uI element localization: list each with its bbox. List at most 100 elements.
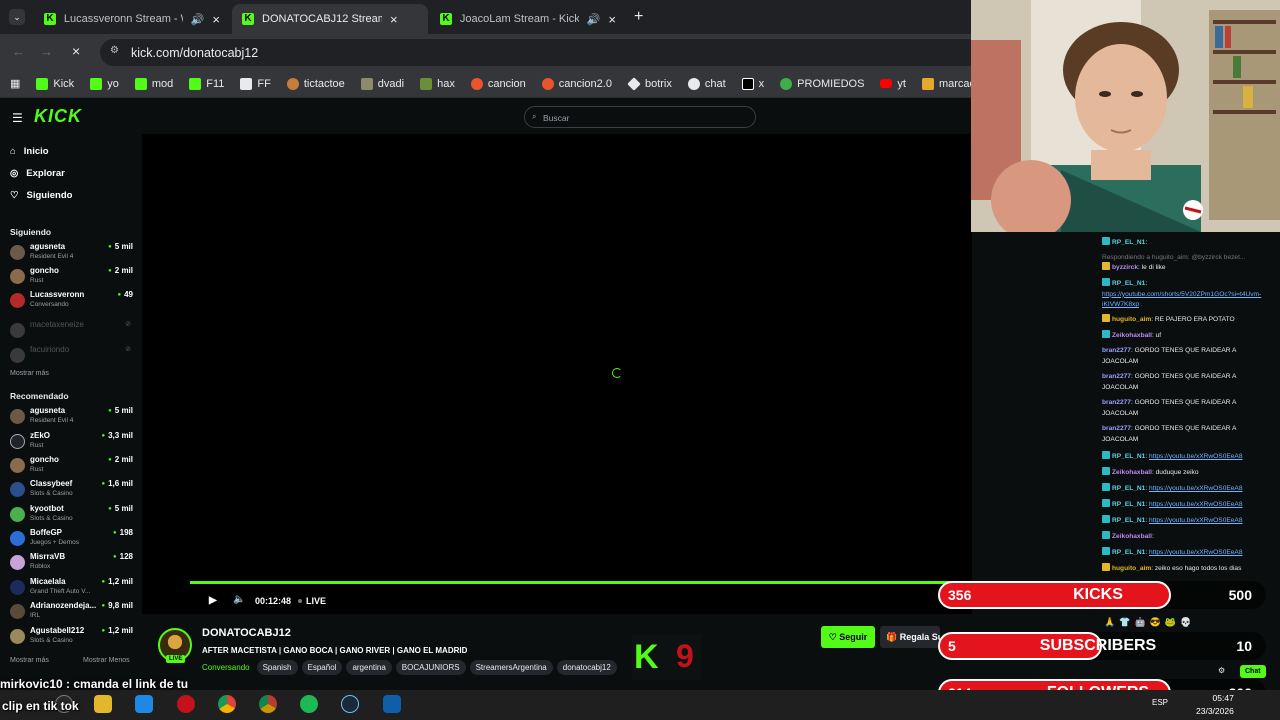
chat-username[interactable]: RP_EL_N1 — [1112, 239, 1145, 246]
chat-send-button[interactable]: Chat — [1240, 665, 1266, 678]
recommended-channel[interactable]: goncho Rust 2 mil — [10, 455, 135, 479]
tag[interactable]: donatocabj12 — [556, 660, 617, 675]
apps-grid-icon[interactable]: ▦ — [10, 77, 20, 90]
bookmark-yo[interactable]: yo — [90, 77, 119, 90]
kick-logo[interactable]: KICK — [34, 106, 82, 127]
system-clock[interactable]: 05:47 23/3/2026 — [1196, 692, 1234, 718]
chat-username[interactable]: bran2277 — [1102, 425, 1131, 432]
emote-icon[interactable]: 🙏 — [1104, 617, 1115, 628]
recommended-channel[interactable]: zEkO Rust 3,3 mil — [10, 431, 135, 455]
edge-icon[interactable] — [135, 695, 153, 713]
recommended-channel[interactable]: Adrianozendeja... IRL 9,8 mil — [10, 601, 135, 625]
chat-username[interactable]: bran2277 — [1102, 399, 1131, 406]
hamburger-menu-icon[interactable]: ☰ — [12, 111, 23, 125]
browser-tab-2[interactable]: K DONATOCABJ12 Stream - Watc × — [232, 4, 428, 34]
chat-link[interactable]: https://youtu.be/xXRwOS0EeA8 — [1149, 501, 1242, 508]
chat-username[interactable]: huguito_aim — [1112, 565, 1151, 572]
following-channel-offline[interactable]: facuiriondo ⊘ — [10, 345, 135, 369]
show-more-recommended[interactable]: Mostrar más — [10, 657, 49, 664]
back-icon[interactable]: ← — [12, 44, 25, 59]
bookmark-chat[interactable]: chat — [687, 77, 726, 90]
chat-username[interactable]: bran2277 — [1102, 347, 1131, 354]
emote-icon[interactable]: 🐸 — [1165, 617, 1176, 628]
emote-icon[interactable]: 😎 — [1150, 617, 1161, 628]
show-more-following[interactable]: Mostrar más — [10, 370, 49, 377]
emote-icon[interactable]: 👕 — [1119, 617, 1130, 628]
chat-username[interactable]: RP_EL_N1 — [1112, 485, 1145, 492]
chat-link[interactable]: https://youtu.be/xXRwOS0EeA8 — [1149, 517, 1242, 524]
recommended-channel[interactable]: Agustabell212 Slots & Casino 1,2 mil — [10, 626, 135, 650]
emote-icon[interactable]: 💀 — [1180, 617, 1191, 628]
following-channel[interactable]: agusneta Resident Evil 4 5 mil — [10, 242, 135, 266]
bookmark-dvadi[interactable]: dvadi — [360, 77, 404, 90]
tag[interactable]: Spanish — [256, 660, 298, 675]
browser-tab-1[interactable]: K Lucassveronn Stream - Wat 🔊 × — [34, 4, 230, 34]
bookmark-cancion2[interactable]: cancion2.0 — [541, 77, 612, 90]
play-icon[interactable]: ▶ — [209, 595, 217, 606]
close-tab-icon[interactable]: × — [212, 12, 220, 27]
bookmark-cancion[interactable]: cancion — [470, 77, 526, 90]
stop-icon[interactable]: × — [72, 43, 80, 59]
file-explorer-icon[interactable] — [94, 695, 112, 713]
chat-username[interactable]: Zeikohaxball — [1112, 332, 1152, 339]
chrome-icon[interactable] — [218, 695, 236, 713]
tag[interactable]: StreamersArgentina — [469, 660, 553, 675]
app-icon[interactable] — [177, 695, 195, 713]
app-icon[interactable] — [383, 695, 401, 713]
bookmark-x[interactable]: x — [741, 77, 764, 90]
recommended-channel[interactable]: MisrraVB Roblox 128 — [10, 552, 135, 576]
chat-username[interactable]: RP_EL_N1 — [1112, 501, 1145, 508]
bookmark-ff[interactable]: FF — [240, 77, 271, 90]
chat-username[interactable]: huguito_aim — [1112, 316, 1151, 323]
chat-username[interactable]: RP_EL_N1 — [1112, 280, 1145, 287]
live-indicator[interactable]: LIVE — [306, 596, 326, 606]
bookmark-tictactoe[interactable]: tictactoe — [286, 77, 345, 90]
nav-home[interactable]: ⌂ Inicio — [10, 146, 49, 157]
following-channel[interactable]: goncho Rust 2 mil — [10, 266, 135, 290]
follow-button[interactable]: ♡ Seguir — [821, 626, 875, 648]
recommended-channel[interactable]: Classybeef Slots & Casino 1,6 mil — [10, 479, 135, 503]
bookmark-f11[interactable]: F11 — [189, 77, 224, 90]
chat-username[interactable]: RP_EL_N1 — [1112, 517, 1145, 524]
category-link[interactable]: Conversando — [202, 663, 250, 672]
bookmark-promiedos[interactable]: PROMIEDOS — [780, 77, 864, 90]
bookmark-yt[interactable]: yt — [880, 78, 906, 90]
bookmark-mod[interactable]: mod — [134, 77, 173, 90]
emote-icon[interactable]: 🤖 — [1134, 617, 1145, 628]
chat-link[interactable]: https://youtu.be/xXRwOS0EeA8 — [1149, 453, 1242, 460]
close-tab-icon[interactable]: × — [390, 12, 398, 27]
chat-username[interactable]: Zeikohaxball — [1112, 533, 1152, 540]
chat-username[interactable]: Zeikohaxball — [1112, 469, 1152, 476]
recommended-channel[interactable]: agusneta Resident Evil 4 5 mil — [10, 406, 135, 430]
close-tab-icon[interactable]: × — [608, 12, 616, 27]
search-input[interactable]: ⌕ Buscar — [524, 106, 756, 128]
nav-following[interactable]: ♡ Siguiendo — [10, 190, 72, 201]
language-indicator[interactable]: ESP — [1152, 698, 1168, 707]
chat-link[interactable]: https://youtu.be/xXRwOS0EeA8 — [1149, 485, 1242, 492]
browser-tab-3[interactable]: K JoacoLam Stream - Kick Da 🔊 × — [430, 4, 626, 34]
recommended-channel[interactable]: kyootbot Slots & Casino 5 mil — [10, 504, 135, 528]
channel-name[interactable]: DONATOCABJ12 — [202, 627, 291, 639]
new-tab-button[interactable]: + — [634, 8, 643, 26]
nav-explore[interactable]: ◎ Explorar — [10, 168, 65, 179]
chat-username[interactable]: RP_EL_N1 — [1112, 549, 1145, 556]
recommended-channel[interactable]: BoffeGP Juegos + Demos 198 — [10, 528, 135, 552]
chat-username[interactable]: RP_EL_N1 — [1112, 453, 1145, 460]
url-bar[interactable]: ⚙ kick.com/donatocabj12 — [100, 39, 1080, 66]
steam-icon[interactable] — [341, 695, 359, 713]
site-info-icon[interactable]: ⚙ — [110, 45, 119, 56]
chrome-icon[interactable] — [259, 695, 277, 713]
tag[interactable]: Español — [301, 660, 343, 675]
settings-gear-icon[interactable]: ⚙ — [1218, 666, 1225, 675]
recommended-channel[interactable]: Micaelala Grand Theft Auto V... 1,2 mil — [10, 577, 135, 601]
tag[interactable]: argentina — [346, 660, 392, 675]
chat-username[interactable]: bran2277 — [1102, 373, 1131, 380]
chat-link[interactable]: https://youtu.be/xXRwOS0EeA8 — [1149, 549, 1242, 556]
chat-username[interactable]: byzzirck — [1112, 264, 1138, 271]
forward-icon[interactable]: → — [40, 44, 53, 59]
tab-list-dropdown-icon[interactable]: ⌄ — [9, 9, 25, 25]
gift-sub-button[interactable]: 🎁 Regala Sub — [880, 626, 940, 648]
volume-icon[interactable]: 🔈 — [233, 594, 245, 605]
following-channel-offline[interactable]: macetaxeneize ⊘ — [10, 320, 135, 344]
following-channel[interactable]: Lucassveronn Conversando 49 — [10, 290, 135, 314]
